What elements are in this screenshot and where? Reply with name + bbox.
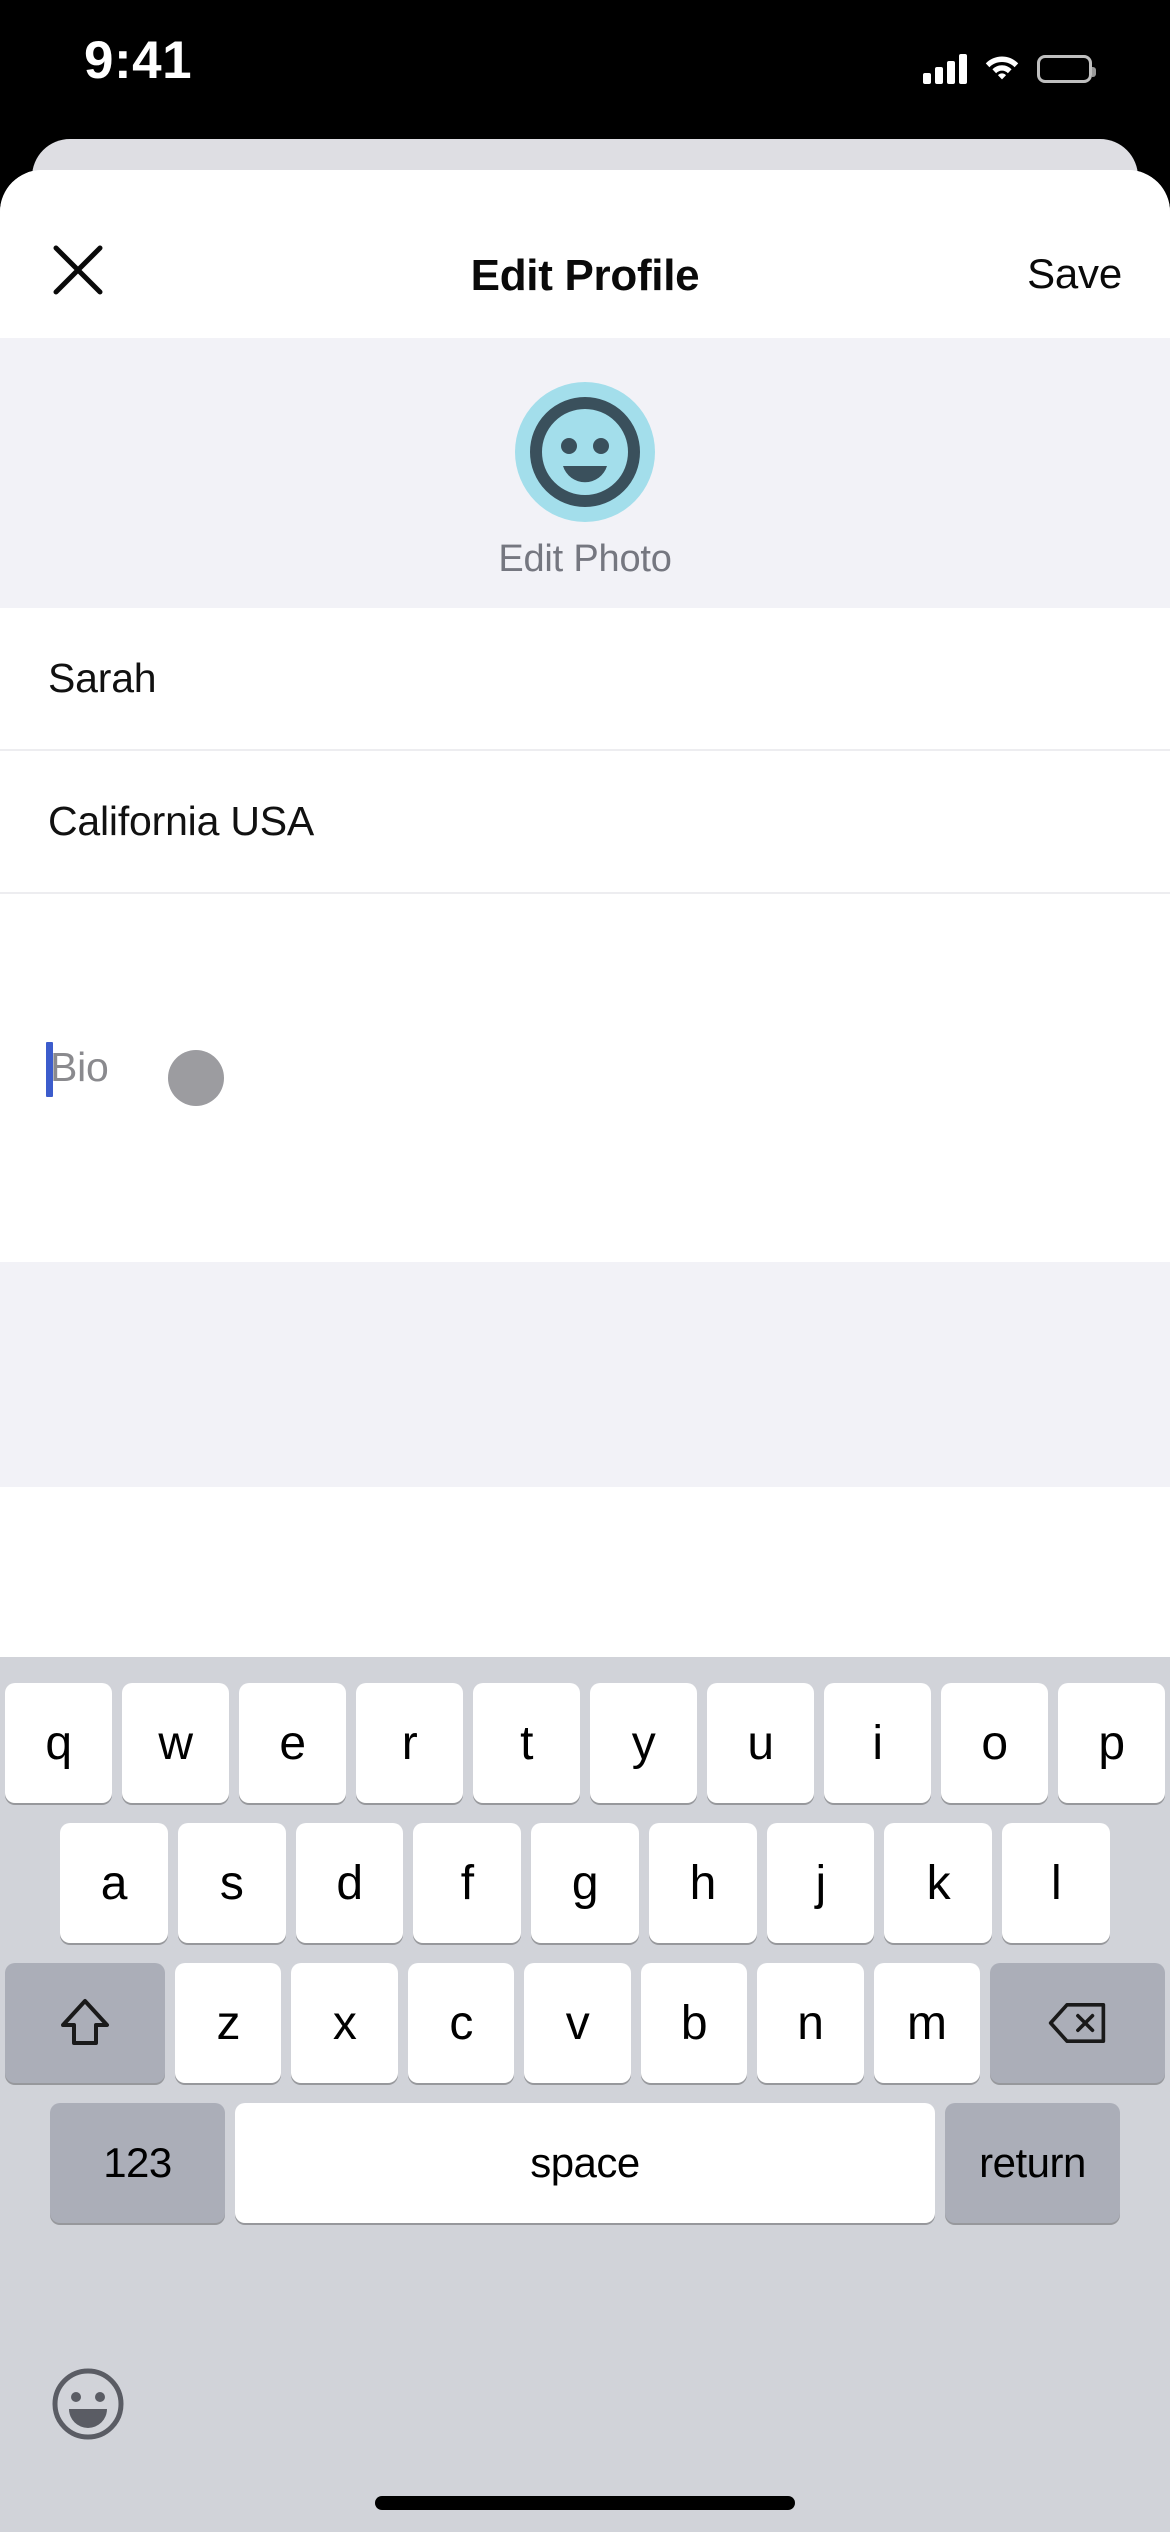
- key-t[interactable]: t: [473, 1683, 580, 1803]
- status-indicators: [923, 52, 1096, 85]
- key-y[interactable]: y: [590, 1683, 697, 1803]
- key-o[interactable]: o: [941, 1683, 1048, 1803]
- avatar[interactable]: [515, 382, 655, 522]
- touch-point-indicator: [168, 1050, 224, 1106]
- status-time: 9:41: [84, 31, 193, 90]
- keyboard-row-2: a s d f g h j k l: [0, 1823, 1170, 1943]
- key-u[interactable]: u: [707, 1683, 814, 1803]
- key-w[interactable]: w: [122, 1683, 229, 1803]
- shift-key[interactable]: [5, 1963, 166, 2083]
- key-m[interactable]: m: [873, 1963, 980, 2083]
- key-f[interactable]: f: [413, 1823, 522, 1943]
- key-h[interactable]: h: [648, 1823, 757, 1943]
- keyboard-row-4: 123 space return: [0, 2103, 1170, 2223]
- key-r[interactable]: r: [356, 1683, 463, 1803]
- home-indicator-bar: [375, 2496, 795, 2510]
- key-l[interactable]: l: [1002, 1823, 1111, 1943]
- keyboard-bottom-bar: [0, 2346, 1170, 2532]
- key-n[interactable]: n: [757, 1963, 864, 2083]
- emoji-smiley-icon[interactable]: [48, 2364, 128, 2444]
- status-bar: 9:41: [0, 0, 1170, 132]
- bio-field-placeholder: Bio: [50, 1044, 109, 1090]
- key-k[interactable]: k: [884, 1823, 993, 1943]
- keyboard-row-1: q w e r t y u i o p: [0, 1683, 1170, 1803]
- name-field[interactable]: Sarah: [0, 608, 1170, 751]
- key-a[interactable]: a: [59, 1823, 168, 1943]
- key-p[interactable]: p: [1058, 1683, 1165, 1803]
- page-title: Edit Profile: [470, 251, 700, 300]
- wifi-icon: [984, 52, 1020, 85]
- keyboard-row-3: z x c v b n m: [0, 1963, 1170, 2083]
- save-button[interactable]: Save: [1027, 250, 1122, 298]
- return-key[interactable]: return: [945, 2103, 1120, 2223]
- name-field-value: Sarah: [48, 655, 157, 701]
- bio-field[interactable]: [0, 894, 1170, 1169]
- key-b[interactable]: b: [640, 1963, 748, 2083]
- key-q[interactable]: q: [5, 1683, 112, 1803]
- key-i[interactable]: i: [824, 1683, 931, 1803]
- key-v[interactable]: v: [524, 1963, 631, 2083]
- backspace-delete-icon[interactable]: [989, 1963, 1165, 2083]
- key-d[interactable]: d: [295, 1823, 404, 1943]
- location-field[interactable]: California USA: [0, 751, 1170, 894]
- onscreen-keyboard: q w e r t y u i o p a s d f g h j k l z …: [0, 1657, 1170, 2532]
- numbers-key[interactable]: 123: [50, 2103, 225, 2223]
- battery-icon: [1037, 54, 1096, 83]
- background-filler: [0, 1262, 1170, 1487]
- nav-bar: Edit Profile Save: [0, 170, 1170, 338]
- key-x[interactable]: x: [291, 1963, 398, 2083]
- key-c[interactable]: c: [407, 1963, 515, 2083]
- key-s[interactable]: s: [177, 1823, 286, 1943]
- key-g[interactable]: g: [531, 1823, 639, 1943]
- avatar-section: Edit Photo: [0, 338, 1170, 608]
- key-e[interactable]: e: [239, 1683, 346, 1803]
- cellular-signal-icon: [923, 53, 967, 84]
- location-field-value: California USA: [48, 798, 315, 844]
- key-j[interactable]: j: [766, 1823, 875, 1943]
- phone-screen: 9:41 Edit Profile Save Edit Photo Sarah …: [0, 0, 1170, 2532]
- space-key[interactable]: space: [235, 2103, 935, 2223]
- key-z[interactable]: z: [175, 1963, 282, 2083]
- edit-photo-button[interactable]: Edit Photo: [498, 538, 672, 581]
